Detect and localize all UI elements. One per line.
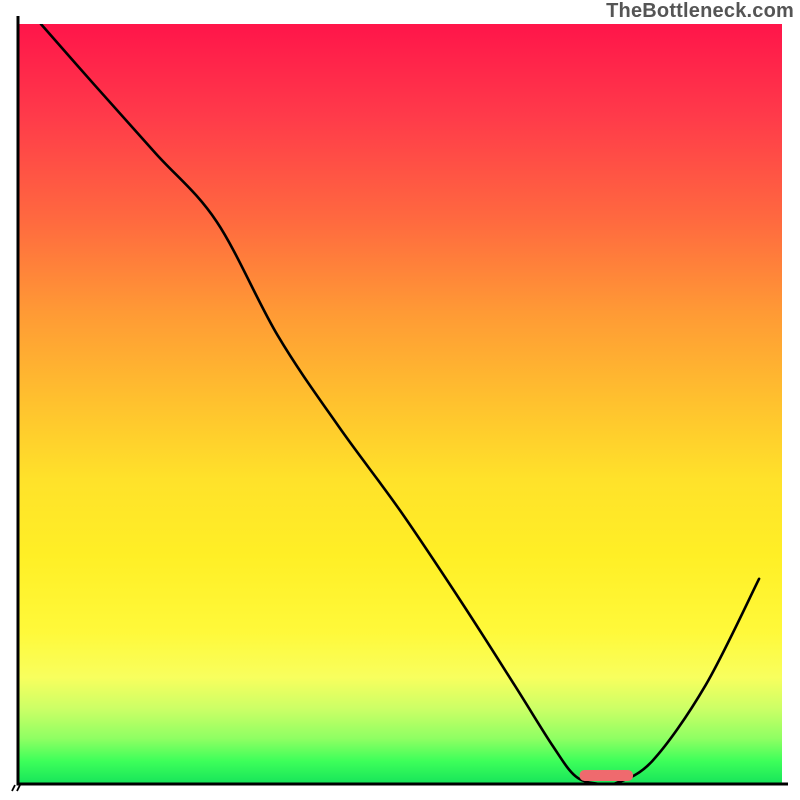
bottleneck-curve [18, 24, 782, 784]
optimal-range-marker [580, 770, 633, 781]
chart-container: TheBottleneck.com [0, 0, 800, 800]
axis-origin-tick [10, 784, 22, 792]
watermark-text: TheBottleneck.com [606, 0, 794, 23]
